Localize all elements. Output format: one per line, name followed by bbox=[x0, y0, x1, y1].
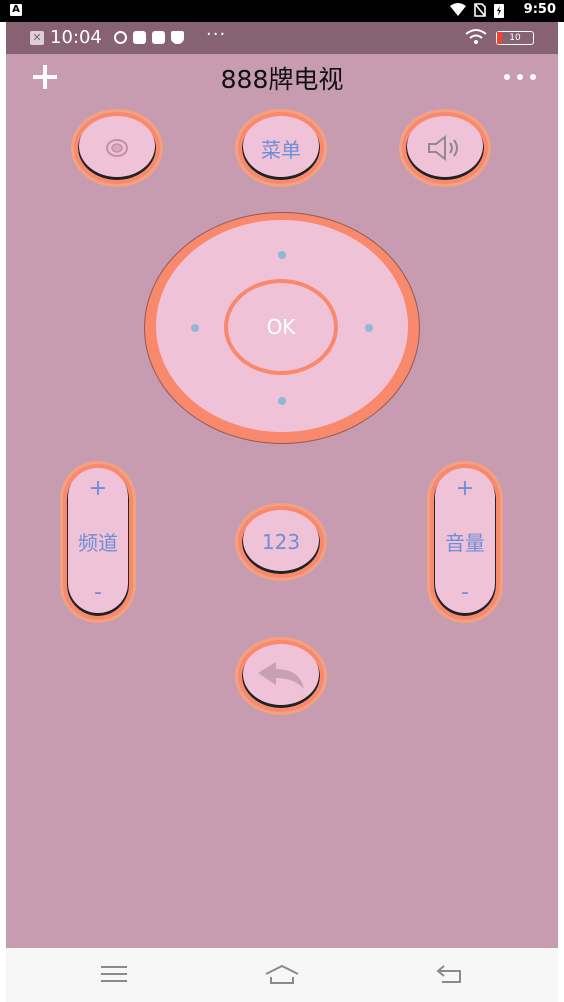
more-notifications: ··· bbox=[206, 24, 227, 45]
back-button[interactable] bbox=[238, 640, 324, 712]
channel-control: + 频道 - bbox=[63, 464, 133, 620]
menu-label: 菜单 bbox=[261, 137, 301, 162]
device-status-bar: A 9:50 bbox=[0, 0, 564, 22]
dpad-left[interactable] bbox=[191, 324, 199, 332]
square-icon bbox=[133, 31, 146, 44]
back-arrow-icon bbox=[258, 662, 304, 689]
volume-label: 音量 bbox=[445, 530, 485, 555]
channel-up-button[interactable]: + bbox=[89, 478, 107, 500]
hd-icon bbox=[114, 31, 127, 44]
system-nav-bar bbox=[6, 948, 558, 1002]
back-icon[interactable] bbox=[436, 964, 464, 984]
wifi-icon bbox=[450, 3, 466, 16]
volume-up-button[interactable]: + bbox=[456, 478, 474, 500]
channel-label: 频道 bbox=[78, 530, 118, 555]
menu-lines-icon[interactable] bbox=[100, 964, 128, 984]
notification-a-icon: A bbox=[10, 4, 22, 16]
system-icons bbox=[450, 3, 504, 18]
volume-down-button[interactable]: - bbox=[461, 582, 469, 604]
home-icon[interactable] bbox=[264, 964, 300, 986]
numbers-label: 123 bbox=[261, 530, 301, 554]
volume-control: + 音量 - bbox=[430, 464, 500, 620]
channel-down-button[interactable]: - bbox=[94, 582, 102, 604]
numbers-button[interactable]: 123 bbox=[238, 506, 324, 578]
more-icon[interactable] bbox=[504, 74, 536, 80]
power-icon bbox=[106, 139, 128, 157]
power-button[interactable] bbox=[74, 112, 160, 184]
dpad-down[interactable] bbox=[278, 397, 286, 405]
mail-icon bbox=[152, 31, 165, 44]
menu-button[interactable]: 菜单 bbox=[238, 112, 324, 184]
ok-button[interactable]: OK bbox=[224, 279, 338, 375]
page-title: 888牌电视 bbox=[220, 65, 344, 94]
top-bar: 888牌电视 bbox=[6, 54, 558, 100]
mute-button[interactable] bbox=[402, 112, 488, 184]
device-clock: 9:50 bbox=[523, 2, 556, 17]
shield-icon bbox=[171, 31, 184, 44]
inner-clock: 10:04 bbox=[50, 27, 102, 48]
dpad-up[interactable] bbox=[278, 251, 286, 259]
dpad-right[interactable] bbox=[365, 324, 373, 332]
inner-battery: 10 bbox=[496, 31, 534, 45]
battery-charging-icon bbox=[494, 4, 504, 18]
inner-status-bar: ✕ 10:04 ··· 10 bbox=[6, 22, 558, 54]
no-sim-icon bbox=[474, 3, 486, 17]
close-notification-icon: ✕ bbox=[30, 31, 44, 45]
speaker-icon bbox=[428, 135, 458, 161]
inner-wifi-icon bbox=[465, 29, 487, 44]
ok-label: OK bbox=[266, 315, 296, 339]
notification-icons bbox=[114, 31, 184, 44]
app-frame: ✕ 10:04 ··· 10 888牌电视 菜单 OK + 频道 - 123 +… bbox=[6, 22, 558, 1002]
